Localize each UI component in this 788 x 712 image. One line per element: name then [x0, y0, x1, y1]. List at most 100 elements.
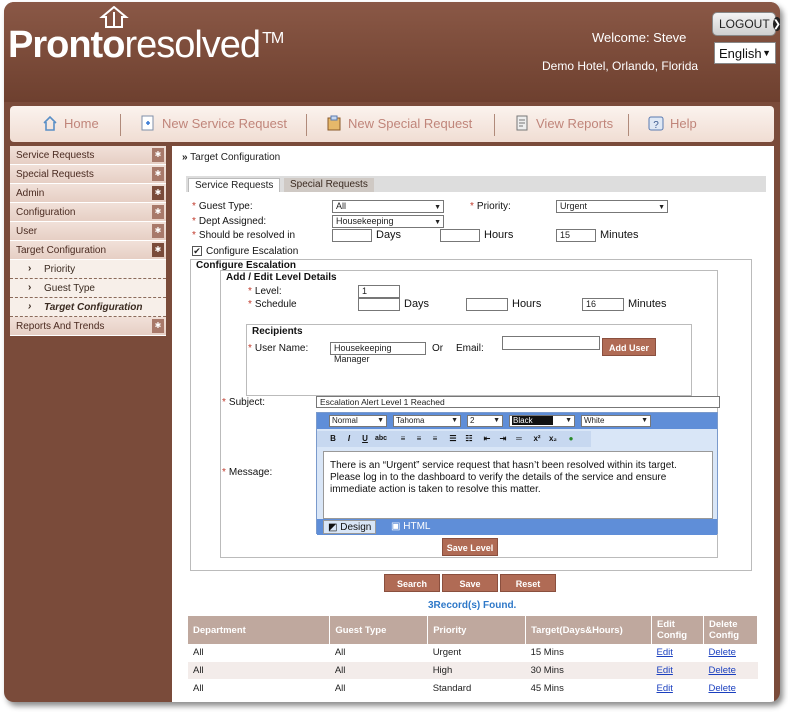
email-input[interactable] — [502, 336, 600, 350]
header: Prontoresolved TM Welcome: Steve Demo Hot… — [4, 2, 780, 102]
sidebar-item-admin[interactable]: Admin ✱ — [10, 184, 166, 203]
subscript-icon[interactable]: x₂ — [547, 433, 559, 445]
add-user-button[interactable]: Add User — [602, 338, 656, 356]
column-header: Edit Config — [651, 616, 704, 644]
italic-icon[interactable]: I — [343, 433, 355, 445]
column-header: Department — [188, 616, 331, 644]
dept-select[interactable]: Housekeeping ▼ — [332, 215, 444, 228]
align-right-icon[interactable]: ≡ — [429, 433, 441, 445]
chevron-right-icon: › — [28, 263, 32, 274]
tab-special-requests[interactable]: Special Requests — [284, 178, 374, 192]
bold-icon[interactable]: B — [327, 433, 339, 445]
level-label: * Level: — [248, 286, 282, 297]
subject-input[interactable]: Escalation Alert Level 1 Reached — [316, 396, 720, 408]
level-input[interactable]: 1 — [358, 285, 400, 298]
chevron-down-icon: ▼ — [493, 417, 500, 424]
resolved-in-label: * Should be resolved in — [192, 230, 296, 241]
delete-link[interactable]: Delete — [708, 647, 735, 658]
search-button[interactable]: Search — [384, 574, 440, 592]
configure-escalation-label: Configure Escalation — [206, 246, 299, 257]
logo-tm: TM — [262, 30, 284, 47]
chevron-down-icon: ▼ — [641, 417, 648, 424]
sidebar-subitem-guest-type[interactable]: › Guest Type — [10, 279, 166, 298]
align-center-icon[interactable]: ≡ — [413, 433, 425, 445]
editor-style-toolbar: B I U abc ≡ ≡ ≡ ☰ ☷ ⇤ ⇥ ═ x² x₂ ● — [317, 431, 591, 447]
reset-button[interactable]: Reset — [500, 574, 556, 592]
chevron-down-icon: ▼ — [658, 204, 665, 211]
logout-button[interactable]: LOGOUT ❯ — [712, 12, 780, 36]
priority-select[interactable]: Urgent ▼ — [556, 200, 668, 213]
link-icon[interactable]: ● — [565, 433, 577, 445]
main-nav: Home New Service Request New Special Req… — [10, 106, 774, 142]
or-label: Or — [432, 343, 444, 354]
sidebar-item-user[interactable]: User ✱ — [10, 222, 166, 241]
target-hours-input[interactable] — [440, 229, 480, 242]
editor-size-select[interactable]: 2 ▼ — [467, 415, 503, 427]
nav-home[interactable]: Home — [42, 114, 99, 132]
bullet-list-icon[interactable]: ☰ — [447, 433, 459, 445]
nav-divider — [628, 114, 629, 136]
guest-type-label: * Guest Type: — [192, 201, 253, 212]
save-level-button[interactable]: Save Level — [442, 538, 498, 556]
schedule-label: * Schedule — [248, 299, 297, 310]
sidebar-item-special-requests[interactable]: Special Requests ✱ — [10, 165, 166, 184]
save-button[interactable]: Save — [442, 574, 498, 592]
schedule-days-input[interactable] — [358, 298, 400, 311]
editor-font-select[interactable]: Tahoma ▼ — [393, 415, 461, 427]
nav-view-reports[interactable]: View Reports — [514, 114, 613, 132]
editor-forecolor-select[interactable]: Black ▼ — [509, 415, 575, 427]
sidebar-item-service-requests[interactable]: Service Requests ✱ — [10, 146, 166, 165]
breadcrumb-text: Target Configuration — [190, 152, 281, 163]
username-input[interactable]: Housekeeping Manager — [330, 342, 426, 364]
pin-icon: ✱ — [152, 186, 164, 200]
sidebar-item-configuration[interactable]: Configuration ✱ — [10, 203, 166, 222]
ruler-icon[interactable]: ═ — [513, 433, 525, 445]
column-header: Delete Config — [703, 616, 759, 644]
language-select[interactable]: English ▼ — [714, 42, 776, 64]
strikethrough-icon[interactable]: abc — [375, 433, 387, 445]
underline-icon[interactable]: U — [359, 433, 371, 445]
edit-link[interactable]: Edit — [657, 665, 673, 676]
editor-design-tab[interactable]: ◩ Design — [323, 520, 377, 534]
editor-backcolor-select[interactable]: White ▼ — [581, 415, 651, 427]
records-found: 3Record(s) Found. — [428, 600, 517, 611]
chevron-down-icon: ▼ — [565, 417, 572, 424]
cell-department: All — [188, 679, 330, 698]
edit-link[interactable]: Edit — [657, 683, 673, 694]
tab-service-requests[interactable]: Service Requests — [188, 178, 281, 192]
numbered-list-icon[interactable]: ☷ — [463, 433, 475, 445]
sidebar-subitem-target-configuration[interactable]: › Target Configuration — [10, 298, 166, 317]
editor-style-select[interactable]: Normal ▼ — [329, 415, 387, 427]
logo-thin-text: resolved — [124, 24, 261, 66]
align-left-icon[interactable]: ≡ — [397, 433, 409, 445]
pin-icon: ✱ — [152, 148, 164, 162]
schedule-hours-input[interactable] — [466, 298, 508, 311]
delete-link[interactable]: Delete — [708, 683, 735, 694]
cell-priority: Standard — [427, 679, 526, 698]
editor-html-tab[interactable]: ▣ HTML — [387, 520, 434, 534]
outdent-icon[interactable]: ⇤ — [481, 433, 493, 445]
target-days-input[interactable] — [332, 229, 372, 242]
guest-type-select[interactable]: All ▼ — [332, 200, 444, 213]
schedule-days-label: Days — [404, 298, 430, 310]
level-details-title: Add / Edit Level Details — [226, 272, 337, 283]
message-editor: Normal ▼ Tahoma ▼ 2 ▼ Black ▼ White ▼ B I U a… — [316, 412, 718, 535]
nav-new-service-request[interactable]: New Service Request — [140, 114, 287, 132]
edit-link[interactable]: Edit — [657, 647, 673, 658]
indent-icon[interactable]: ⇥ — [497, 433, 509, 445]
nav-home-label: Home — [64, 115, 99, 131]
message-body[interactable]: There is an “Urgent” service request tha… — [323, 451, 713, 519]
sidebar-item-reports-and-trends[interactable]: Reports And Trends ✱ — [10, 317, 166, 336]
nav-new-special-request[interactable]: New Special Request — [326, 114, 472, 132]
configure-escalation-checkbox[interactable]: ✔ — [192, 246, 202, 256]
dept-label: * Dept Assigned: — [192, 216, 267, 227]
sidebar-subitem-priority[interactable]: › Priority — [10, 260, 166, 279]
delete-link[interactable]: Delete — [708, 665, 735, 676]
welcome-text: Welcome: Steve — [592, 30, 687, 45]
target-minutes-input[interactable]: 15 — [556, 229, 596, 242]
superscript-icon[interactable]: x² — [531, 433, 543, 445]
nav-help[interactable]: ? Help — [648, 114, 697, 132]
schedule-minutes-input[interactable]: 16 — [582, 298, 624, 311]
home-icon — [43, 115, 57, 131]
sidebar-item-target-configuration[interactable]: Target Configuration ✱ — [10, 241, 166, 260]
